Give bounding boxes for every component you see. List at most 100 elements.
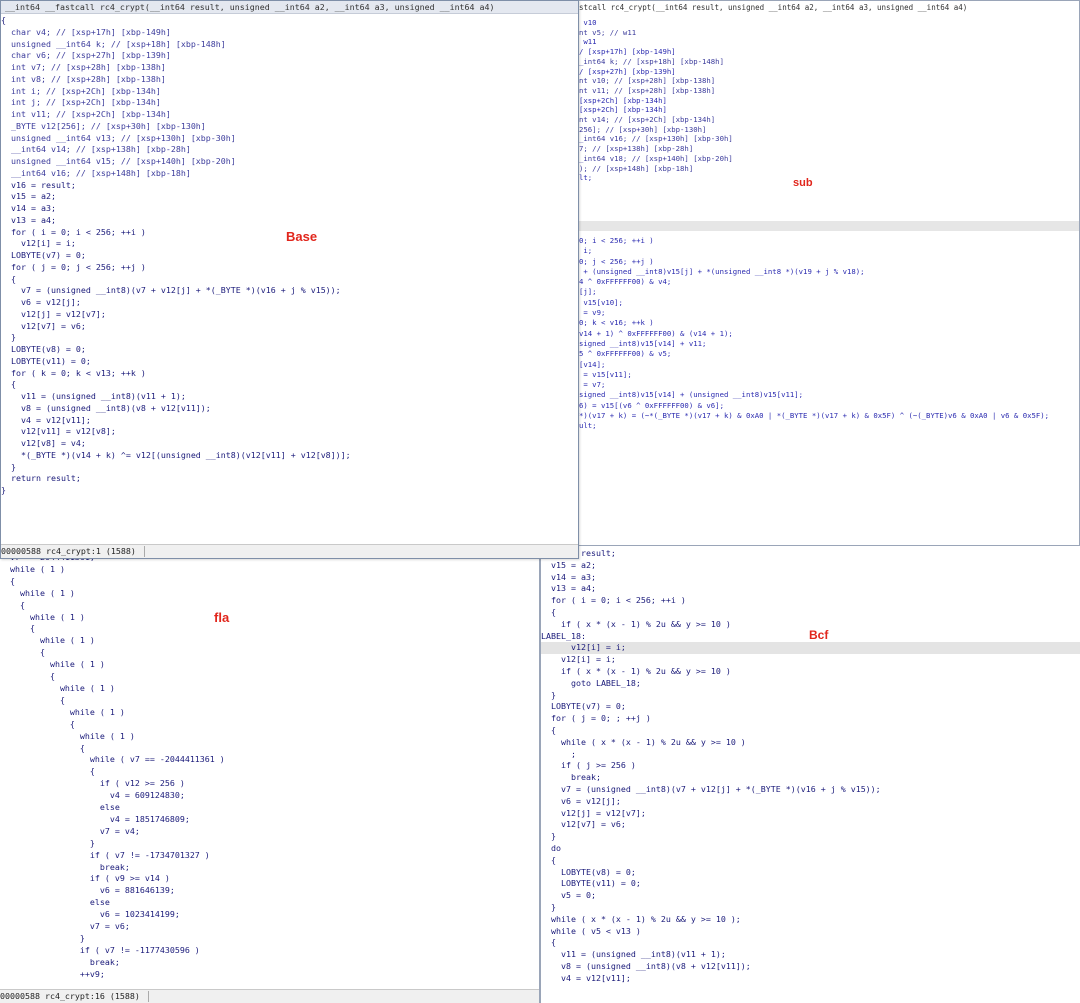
code-line[interactable]: ; [541, 749, 1080, 761]
code-line[interactable]: v5 = 0; [541, 890, 1080, 902]
code-line[interactable]: { [0, 600, 539, 612]
code-line[interactable]: v7 = (unsigned __int8)(v7 + v12[j] + *(_… [1, 285, 578, 297]
code-line[interactable]: } [1, 485, 578, 497]
code-line[interactable]: [xsp+2Ch] [xbp-134h] [579, 105, 1079, 115]
code-line[interactable]: v15[v10]; [579, 298, 1079, 308]
code-line[interactable]: if ( x * (x - 1) % 2u && y >= 10 ) [541, 666, 1080, 678]
code-line[interactable]: int v8; // [xsp+28h] [xbp-138h] [1, 74, 578, 86]
code-line[interactable]: for ( j = 0; ; ++j ) [541, 713, 1080, 725]
code-line[interactable]: { [541, 607, 1080, 619]
code-line[interactable]: int v11; // [xsp+2Ch] [xbp-134h] [1, 109, 578, 121]
code-line[interactable]: 5 ^ 0xFFFFFF00) & v5; [579, 349, 1079, 359]
code-line[interactable]: LOBYTE(v8) = 0; [541, 867, 1080, 879]
code-block-base[interactable]: { char v4; // [xsp+17h] [xbp-149h] unsig… [1, 15, 578, 497]
code-line[interactable]: 256]; // [xsp+30h] [xbp-130h] [579, 125, 1079, 135]
code-line[interactable]: if ( v7 != -1177430596 ) [0, 945, 539, 957]
code-line[interactable]: v12[v11] = v12[v8]; [1, 426, 578, 438]
code-line[interactable]: i; [579, 246, 1079, 256]
code-line[interactable]: for ( i = 0; i < 256; ++i ) [541, 595, 1080, 607]
code-line[interactable]: int j; // [xsp+2Ch] [xbp-134h] [1, 97, 578, 109]
code-line[interactable]: [j]; [579, 287, 1079, 297]
code-line[interactable]: v8 = (unsigned __int8)(v8 + v12[v11]); [541, 961, 1080, 973]
code-line[interactable]: { [0, 743, 539, 755]
code-line[interactable]: unsigned __int64 k; // [xsp+18h] [xbp-14… [1, 39, 578, 51]
code-line[interactable]: ++v9; [0, 969, 539, 981]
code-line[interactable]: } [0, 838, 539, 850]
code-line[interactable]: signed __int8)v15[v14] + v11; [579, 339, 1079, 349]
code-line[interactable]: *(_BYTE *)(v14 + k) ^= v12[(unsigned __i… [1, 450, 578, 462]
code-line[interactable]: if ( v12 >= 256 ) [0, 778, 539, 790]
code-line[interactable]: do [541, 843, 1080, 855]
code-line[interactable]: v14 = a3; [1, 203, 578, 215]
code-line[interactable]: unsigned __int64 v15; // [xsp+140h] [xbp… [1, 156, 578, 168]
code-line[interactable]: while ( 1 ) [0, 707, 539, 719]
code-line[interactable]: v4 = 1851746809; [0, 814, 539, 826]
code-line[interactable]: } [541, 831, 1080, 843]
code-block-fla[interactable]: v7 = -2044411361; while ( 1 ) { while ( … [0, 552, 539, 981]
code-line[interactable]: ult; [579, 421, 1079, 431]
code-line[interactable]: if ( v7 != -1734701327 ) [0, 850, 539, 862]
code-line[interactable]: v7 = v6; [0, 921, 539, 933]
code-line[interactable]: _int64 v16; // [xsp+130h] [xbp-30h] [579, 134, 1079, 144]
code-line[interactable]: + (unsigned __int8)v15[j] + *(unsigned _… [579, 267, 1079, 277]
code-line[interactable]: v15 = a2; [541, 560, 1080, 572]
code-line[interactable]: v14 = a3; [541, 572, 1080, 584]
code-line[interactable]: LOBYTE(v11) = 0; [541, 878, 1080, 890]
code-line[interactable]: *)(v17 + k) = (~*(_BYTE *)(v17 + k) & 0x… [579, 411, 1079, 421]
code-line[interactable]: 6) = v15[(v6 ^ 0xFFFFFF00) & v6]; [579, 401, 1079, 411]
code-line[interactable]: v4 = v12[v11]; [541, 973, 1080, 985]
code-line[interactable]: while ( 1 ) [0, 659, 539, 671]
code-line[interactable]: { [0, 647, 539, 659]
code-line[interactable]: lt; [579, 173, 1079, 183]
code-line[interactable]: { [0, 695, 539, 707]
code-line[interactable]: break; [0, 862, 539, 874]
code-line[interactable]: v12[v8] = v4; [1, 438, 578, 450]
code-line[interactable]: LOBYTE(v7) = 0; [541, 701, 1080, 713]
code-line[interactable]: / [xsp+27h] [xbp-139h] [579, 67, 1079, 77]
pseudocode-pane-fla[interactable]: v7 = -2044411361; while ( 1 ) { while ( … [0, 552, 540, 1003]
code-line[interactable]: v10 [579, 18, 1079, 28]
code-line[interactable]: char v6; // [xsp+27h] [xbp-139h] [1, 50, 578, 62]
code-line[interactable]: LOBYTE(v7) = 0; [1, 250, 578, 262]
code-line[interactable]: v7 = v4; [0, 826, 539, 838]
code-line[interactable]: __int64 v16; // [xsp+148h] [xbp-18h] [1, 168, 578, 180]
code-line[interactable]: v6 = v12[j]; [1, 297, 578, 309]
code-line[interactable]: else [0, 897, 539, 909]
code-line[interactable]: _int64 v18; // [xsp+140h] [xbp-20h] [579, 154, 1079, 164]
code-line[interactable]: v16 = result; [541, 548, 1080, 560]
code-line[interactable]: _BYTE v12[256]; // [xsp+30h] [xbp-130h] [1, 121, 578, 133]
code-line[interactable]: { [1, 379, 578, 391]
code-block-sub-declarations[interactable]: v10 nt v5; // w11 w11/ [xsp+17h] [xbp-149… [541, 18, 1079, 183]
code-line[interactable]: = v7; [579, 380, 1079, 390]
code-line[interactable]: goto LABEL_18; [541, 678, 1080, 690]
code-line[interactable]: v4 = v12[v11]; [1, 415, 578, 427]
code-line[interactable]: { [541, 937, 1080, 949]
code-line[interactable]: v11 = (unsigned __int8)(v11 + 1); [1, 391, 578, 403]
code-line[interactable]: = v9; [579, 308, 1079, 318]
pseudocode-pane-base[interactable]: __int64 __fastcall rc4_crypt(__int64 res… [0, 0, 579, 559]
code-line[interactable]: while ( 1 ) [0, 635, 539, 647]
code-line[interactable]: { [0, 671, 539, 683]
code-line[interactable]: v16 = result; [1, 180, 578, 192]
code-line[interactable]: v12[i] = i; [541, 654, 1080, 666]
code-line[interactable]: v15 = a2; [1, 191, 578, 203]
code-line[interactable]: v12[v7] = v6; [1, 321, 578, 333]
code-line[interactable]: v6 = 1023414199; [0, 909, 539, 921]
code-line[interactable]: while ( x * (x - 1) % 2u && y >= 10 ) [541, 737, 1080, 749]
code-line[interactable]: ); // [xsp+148h] [xbp-18h] [579, 164, 1079, 174]
code-line[interactable]: _int64 k; // [xsp+18h] [xbp-148h] [579, 57, 1079, 67]
code-line[interactable]: char v4; // [xsp+17h] [xbp-149h] [1, 27, 578, 39]
code-line[interactable]: v13 = a4; [1, 215, 578, 227]
code-line[interactable]: v7 = (unsigned __int8)(v7 + v12[j] + *(_… [541, 784, 1080, 796]
code-line[interactable]: while ( 1 ) [0, 612, 539, 624]
code-line[interactable]: w11 [579, 37, 1079, 47]
code-line[interactable]: break; [0, 957, 539, 969]
code-line[interactable]: break; [541, 772, 1080, 784]
code-line[interactable]: v12[v7] = v6; [541, 819, 1080, 831]
code-line[interactable]: } [1, 332, 578, 344]
code-line[interactable]: 4 ^ 0xFFFFFF00) & v4; [579, 277, 1079, 287]
code-line[interactable]: v6 = v12[j]; [541, 796, 1080, 808]
code-line[interactable]: / [xsp+17h] [xbp-149h] [579, 47, 1079, 57]
code-line[interactable]: v8 = (unsigned __int8)(v8 + v12[v11]); [1, 403, 578, 415]
code-line[interactable]: while ( 1 ) [0, 564, 539, 576]
